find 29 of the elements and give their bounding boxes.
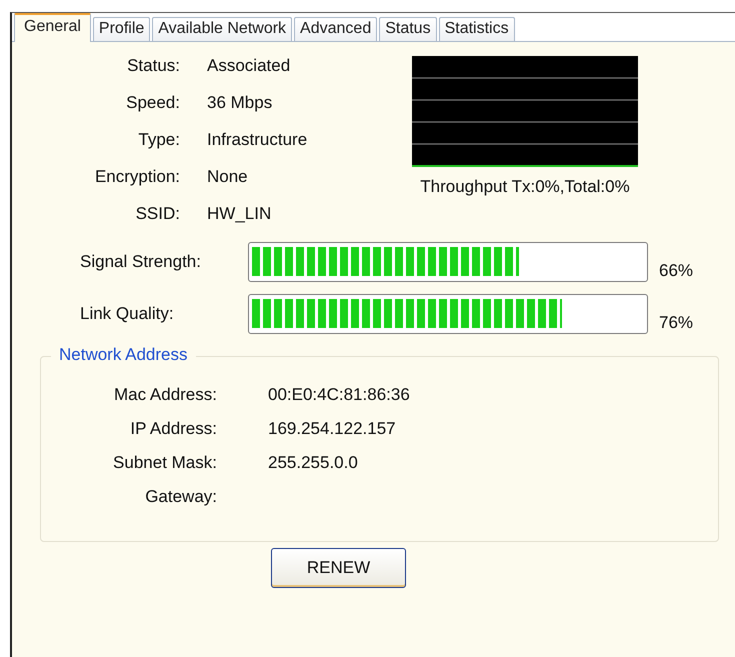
meter-label: Link Quality: xyxy=(79,304,175,324)
meter-label: Signal Strength: xyxy=(79,252,202,272)
field-value: 255.255.0.0 xyxy=(268,453,359,473)
tab[interactable]: Profile xyxy=(92,17,150,41)
meter-reading: 66% xyxy=(658,261,694,282)
field-label: IP Address: xyxy=(129,419,217,439)
field-label: Type: xyxy=(137,130,180,150)
field-value: Infrastructure xyxy=(207,130,308,150)
tab[interactable]: Status xyxy=(379,17,437,41)
field-value: None xyxy=(207,167,249,187)
field-label: Subnet Mask: xyxy=(112,453,217,473)
field-value: 00:E0:4C:81:86:36 xyxy=(268,385,411,405)
field-label: SSID: xyxy=(134,204,180,224)
renew-button[interactable]: RENEW xyxy=(271,548,406,588)
throughput-caption: Throughput Tx:0%,Total:0% xyxy=(420,177,630,197)
meter-reading: 76% xyxy=(658,313,694,334)
field-value: 36 Mbps xyxy=(207,93,274,113)
tab[interactable]: Statistics xyxy=(438,17,515,41)
field-value: HW_LIN xyxy=(207,204,272,224)
field-value: Associated xyxy=(207,56,292,76)
field-label: Mac Address: xyxy=(113,385,217,405)
tab[interactable]: General xyxy=(14,13,91,42)
field-label: Speed: xyxy=(125,93,180,113)
field-label: Status: xyxy=(126,56,180,76)
field-label: Encryption: xyxy=(94,167,180,187)
field-label: Gateway: xyxy=(144,487,217,507)
tab[interactable]: Advanced xyxy=(294,17,378,41)
field-value: 169.254.122.157 xyxy=(268,419,397,439)
tab[interactable]: Available Network xyxy=(152,17,292,41)
